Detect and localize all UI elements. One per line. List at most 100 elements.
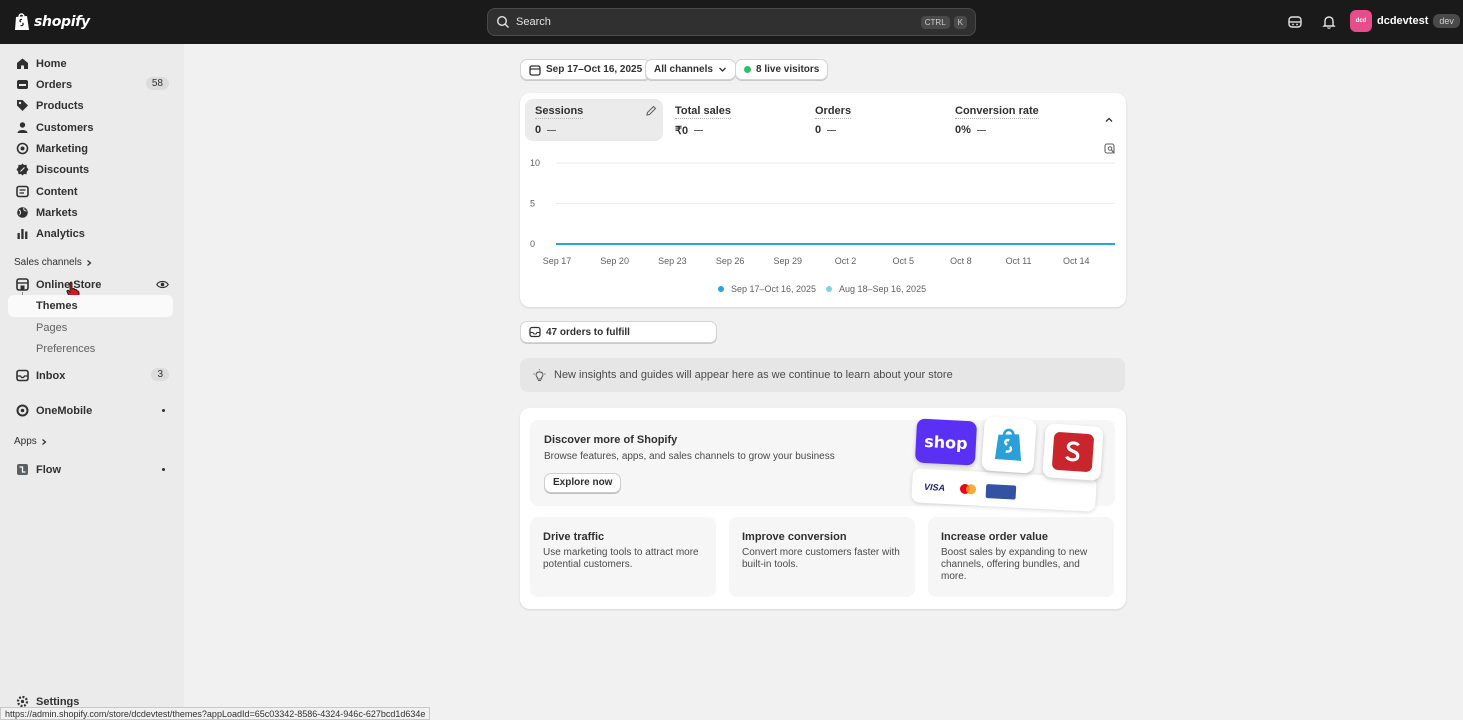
sidebar-item-content[interactable]: Content	[8, 181, 173, 202]
sidebar-item-inbox[interactable]: Inbox 3	[8, 365, 173, 386]
sidebar-item-label: Content	[36, 185, 78, 198]
x-tick-label: Sep 29	[774, 256, 803, 266]
target-icon	[16, 142, 29, 155]
chevron-right-icon	[41, 438, 47, 445]
more-dot[interactable]	[162, 468, 165, 471]
sidebar-item-onemobile[interactable]: OneMobile	[8, 400, 173, 421]
store-avatar: dcd	[1350, 10, 1372, 32]
search-bar[interactable]: Search CTRL K	[487, 8, 976, 36]
feature-description: Use marketing tools to attract more pote…	[543, 547, 699, 570]
legend-marker	[826, 286, 832, 292]
store-badge: dev	[1433, 14, 1460, 28]
metric-value-row: 0	[535, 124, 653, 136]
status-bar-url: https://admin.shopify.com/store/dcdevtes…	[0, 707, 431, 720]
sales-channels-heading[interactable]: Sales channels	[14, 257, 93, 268]
sidebar-item-discounts[interactable]: Discounts	[8, 159, 173, 180]
sidebar-item-orders[interactable]: Orders 58	[8, 74, 173, 95]
feature-title: Improve conversion	[742, 531, 847, 543]
red-app-tile	[1042, 423, 1104, 481]
y-tick-label: 0	[530, 239, 535, 249]
metric-label: Total sales	[675, 105, 732, 119]
search-icon	[496, 15, 509, 28]
sidekick-icon[interactable]	[1287, 14, 1303, 30]
chevron-right-icon	[86, 259, 92, 266]
trend-dash	[547, 129, 557, 131]
shopify-bag-icon	[994, 428, 1022, 461]
insights-banner: New insights and guides will appear here…	[520, 358, 1125, 392]
card-logo-icon	[985, 484, 1017, 500]
trend-dash	[694, 130, 704, 131]
sidebar-item-label: Orders	[36, 78, 73, 91]
shopify-logo[interactable]: shopify	[14, 12, 90, 31]
metric-value: ₹0	[675, 125, 689, 137]
sidebar-item-markets[interactable]: Markets	[8, 202, 173, 223]
chevron-up-icon[interactable]	[1104, 115, 1114, 125]
metric-value-row: ₹0	[675, 124, 793, 137]
x-tick-label: Sep 26	[716, 256, 745, 266]
lightbulb-icon	[533, 368, 546, 381]
sidebar-item-home[interactable]: Home	[8, 53, 173, 74]
date-range-label: Sep 17–Oct 16, 2025	[546, 64, 643, 75]
live-visitors-button[interactable]: 8 live visitors	[735, 59, 829, 80]
metric-value: 0	[815, 124, 822, 136]
metric-label: Sessions	[535, 105, 584, 119]
feature-improve-conversion[interactable]: Improve conversion Convert more customer…	[729, 517, 915, 597]
metric-value-row: 0%	[955, 124, 1073, 136]
sidebar-item-customers[interactable]: Customers	[8, 117, 173, 138]
y-tick-label: 5	[530, 199, 535, 209]
apps-heading[interactable]: Apps	[14, 436, 48, 447]
channels-filter-button[interactable]: All channels	[645, 59, 736, 80]
trend-dash	[827, 129, 837, 131]
feature-increase-order-value[interactable]: Increase order value Boost sales by expa…	[928, 517, 1114, 597]
sidebar-item-marketing[interactable]: Marketing	[8, 138, 173, 159]
tag-icon	[17, 100, 28, 111]
sidebar-item-online-store[interactable]: Online Store	[8, 274, 173, 295]
metric-conversion-rate[interactable]: Conversion rate 0%	[945, 99, 1083, 141]
sidebar-subitem-themes[interactable]: Themes	[8, 295, 173, 317]
feature-description: Convert more customers faster with built…	[742, 547, 900, 570]
x-tick-label: Oct 14	[1063, 256, 1090, 266]
store-menu-button[interactable]: dcd dcdevtest dev	[1350, 10, 1460, 32]
sales-channels-label: Sales channels	[14, 257, 82, 268]
x-tick-label: Oct 8	[950, 256, 972, 266]
metric-sessions[interactable]: Sessions 0	[525, 99, 663, 141]
sidebar-subitem-preferences[interactable]: Preferences	[36, 343, 95, 355]
explore-now-button[interactable]: Explore now	[544, 473, 622, 493]
person-icon	[17, 122, 28, 133]
live-indicator-dot	[744, 66, 751, 73]
sidebar-item-label: Settings	[36, 695, 80, 708]
shortcut-ctrl: CTRL	[920, 15, 950, 29]
sidebar-item-analytics[interactable]: Analytics	[8, 223, 173, 244]
orders-to-fulfill-button[interactable]: 47 orders to fulfill	[520, 321, 717, 343]
eye-icon[interactable]	[156, 278, 169, 291]
sidebar-item-products[interactable]: Products	[8, 95, 173, 116]
top-bar: shopify Search CTRL K dcd dcdevtest dev	[0, 0, 1463, 44]
sidebar-item-label: Flow	[36, 463, 62, 476]
shopify-bag-icon	[15, 13, 29, 30]
onemobile-icon	[16, 404, 29, 417]
shop-app-text: shop	[923, 431, 969, 453]
date-range-button[interactable]: Sep 17–Oct 16, 2025	[520, 59, 652, 80]
bell-icon[interactable]	[1321, 14, 1337, 30]
sidebar-item-flow[interactable]: Flow	[8, 459, 173, 480]
feature-drive-traffic[interactable]: Drive traffic Use marketing tools to att…	[530, 517, 716, 597]
metric-value: 0	[535, 124, 542, 136]
metric-total-sales[interactable]: Total sales ₹0	[665, 99, 803, 141]
sidebar-subitem-pages[interactable]: Pages	[36, 322, 67, 334]
logo-text: shopify	[34, 13, 90, 30]
live-visitors-label: 8 live visitors	[756, 64, 820, 75]
sidebar-item-label: Discounts	[36, 163, 90, 176]
sidebar-item-label: Products	[36, 99, 84, 112]
metric-value-row: 0	[815, 124, 933, 136]
content-icon	[16, 185, 29, 198]
metric-orders[interactable]: Orders 0	[805, 99, 943, 141]
analytics-card: Sessions 0 Total sales ₹0 Orders 0 Conve…	[520, 93, 1126, 307]
more-dot[interactable]	[162, 409, 165, 412]
store-name: dcdevtest	[1377, 15, 1429, 27]
pencil-icon[interactable]	[645, 105, 657, 117]
visa-logo: VISA	[923, 481, 946, 493]
x-tick-label: Sep 20	[600, 256, 629, 266]
discount-icon	[16, 163, 29, 176]
s-logo-icon	[1065, 441, 1080, 462]
shortcut-k: K	[953, 15, 967, 29]
